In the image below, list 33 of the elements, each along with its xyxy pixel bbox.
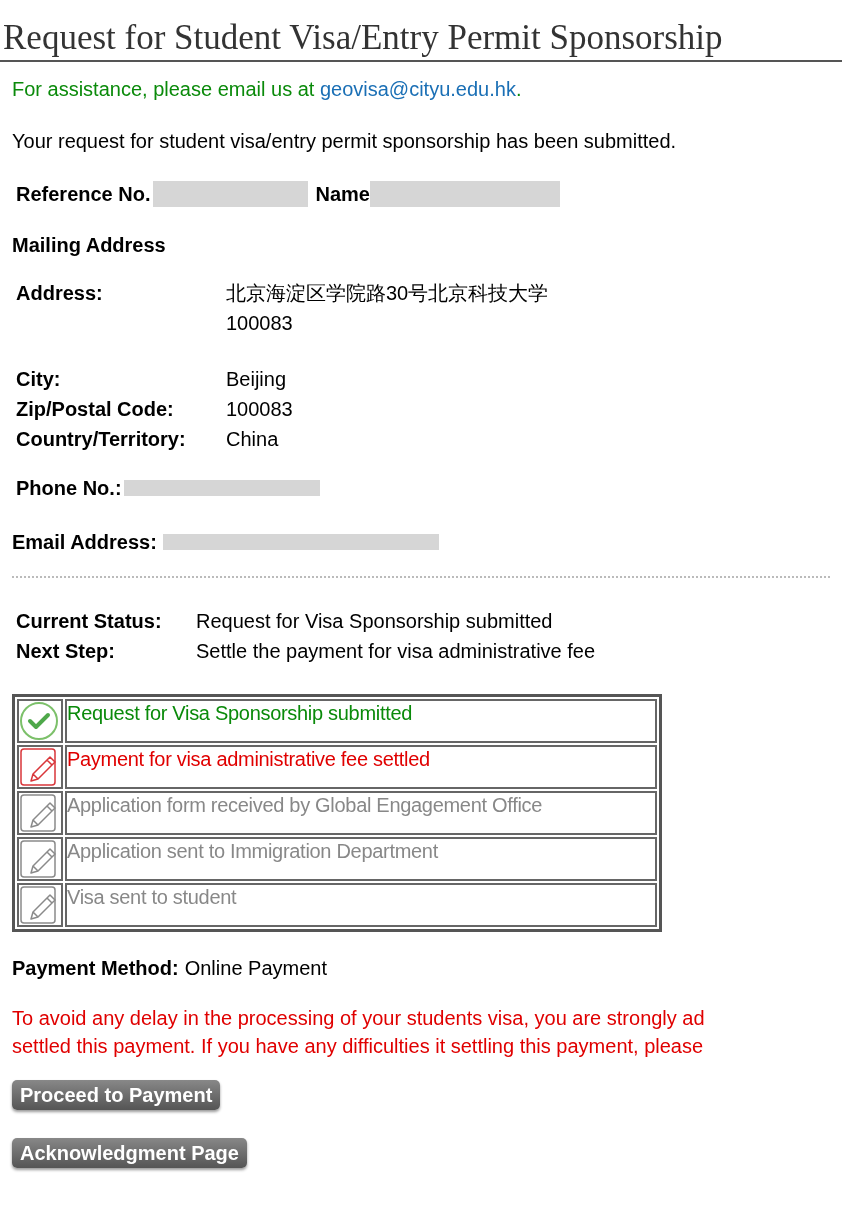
submitted-message: Your request for student visa/entry permit sponsorship has been submitted. bbox=[12, 129, 678, 153]
page-title: Request for Student Visa/Entry Permit Sponsorship bbox=[0, 0, 842, 62]
address-line: 北京海淀区学院路30号北京科技大学 bbox=[226, 281, 549, 306]
field-label: Payment Method: bbox=[12, 956, 179, 980]
status-label: Next Step: bbox=[16, 639, 116, 664]
field-value: Online Payment bbox=[184, 956, 327, 980]
step-text: Request for Visa Sponsorship submitted bbox=[65, 699, 657, 743]
field-label: City: bbox=[16, 367, 62, 392]
field-value: China bbox=[226, 427, 279, 452]
warning-text: settled this payment. If you have any difficulties it settling this payment, please bbox=[12, 1034, 705, 1059]
email-link[interactable]: geovisa@cityu.edu.hk bbox=[319, 78, 516, 100]
status-value: Settle the payment for visa administrative fee bbox=[196, 639, 596, 664]
name-label: Name bbox=[315, 182, 370, 206]
address-line: 100083 bbox=[226, 311, 294, 336]
section-heading: Mailing Address bbox=[12, 233, 167, 257]
field-value: Beijing bbox=[226, 367, 287, 392]
step-text: Payment for visa administrative fee settled bbox=[65, 745, 657, 789]
assistance-text: For assistance, please email us at geovisa@cityu.edu.hk. bbox=[12, 77, 523, 101]
warning-text: To avoid any delay in the processing of your students visa, you are strongly ad bbox=[12, 1006, 706, 1031]
reference-label: Reference No. bbox=[16, 182, 151, 206]
step-text: Application form received by Global Engagement Office bbox=[65, 791, 657, 835]
field-label: Phone No.: bbox=[16, 476, 122, 500]
step-text: Visa sent to student bbox=[65, 883, 657, 927]
step-text: Application sent to Immigration Department bbox=[65, 837, 657, 881]
field-value: 100083 bbox=[226, 397, 293, 422]
field-label: Address: bbox=[16, 281, 104, 306]
field-label: Country/Territory: bbox=[16, 427, 187, 452]
field-label: Email Address: bbox=[12, 530, 157, 554]
status-label: Current Status: bbox=[16, 609, 163, 634]
action-button[interactable]: Proceed to Payment bbox=[12, 1080, 221, 1110]
action-button[interactable]: Acknowledgment Page bbox=[12, 1138, 247, 1168]
field-label: Zip/Postal Code: bbox=[16, 397, 175, 422]
status-value: Request for Visa Sponsorship submitted bbox=[196, 609, 553, 634]
